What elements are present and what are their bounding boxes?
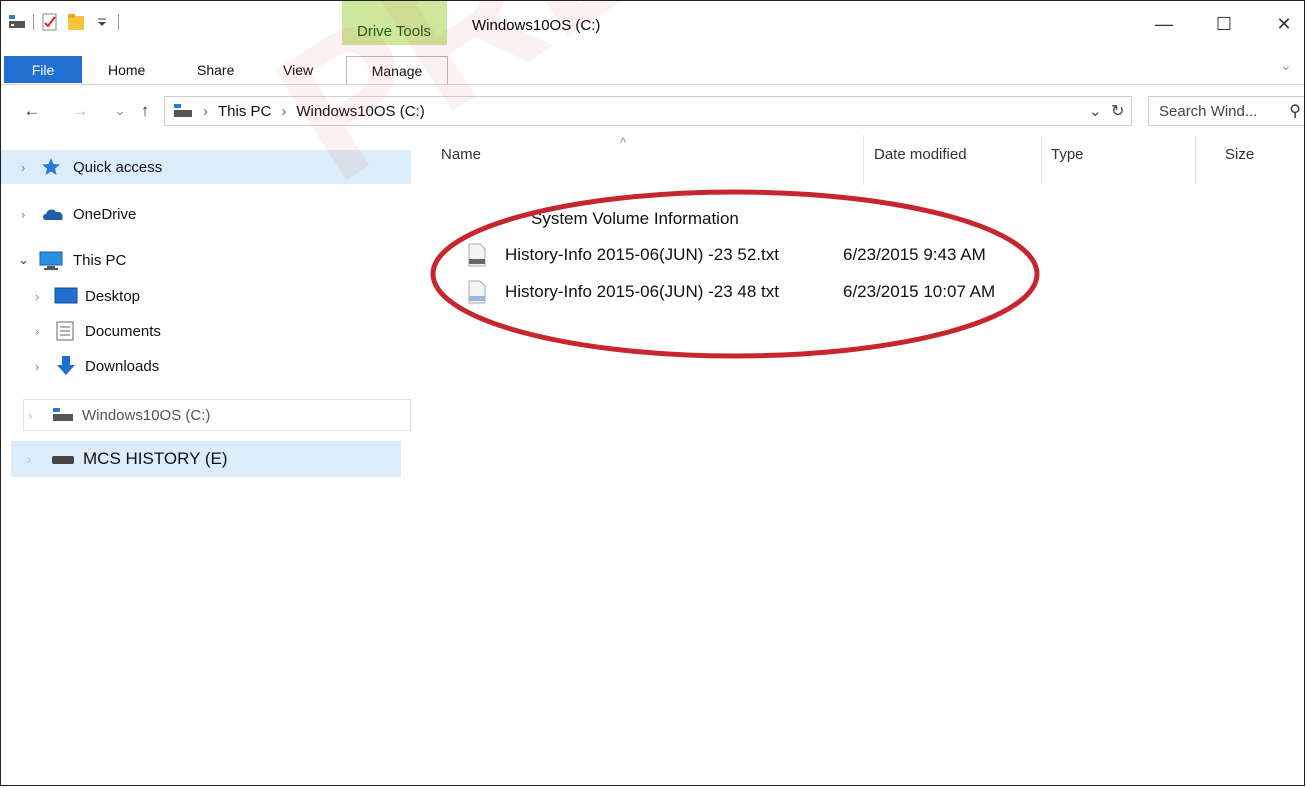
maximize-button[interactable]: ☐ [1204, 9, 1244, 39]
breadcrumb-separator: › [203, 102, 208, 120]
tab-file[interactable]: File [4, 56, 82, 83]
ribbon-tabs: File Home Share View Manage ⌄ [1, 56, 1304, 84]
search-placeholder: Search Wind... [1159, 102, 1258, 120]
forward-button[interactable]: → [69, 97, 91, 125]
up-button[interactable]: ↑ [134, 97, 156, 125]
new-folder-icon[interactable] [66, 12, 86, 32]
usb-drive-icon [51, 453, 75, 470]
download-arrow-icon [55, 355, 77, 381]
breadcrumb-separator: › [281, 102, 287, 120]
column-type[interactable]: Type [1051, 146, 1084, 163]
sidebar-item-label: OneDrive [73, 205, 137, 223]
close-icon: ✕ [1276, 13, 1292, 34]
sort-ascending-icon: ^ [620, 135, 627, 150]
minimize-icon: — [1155, 13, 1173, 34]
desktop-icon [54, 287, 78, 309]
back-button[interactable]: ← [21, 97, 43, 125]
drive-icon [173, 103, 193, 119]
quick-access-toolbar [7, 7, 119, 37]
annotation-ellipse [430, 189, 1040, 359]
star-icon [41, 157, 61, 181]
drive-tools-context-tab[interactable]: Drive Tools [342, 1, 447, 45]
sidebar-item-label: Downloads [85, 357, 160, 375]
sidebar-item-label: This PC [73, 251, 127, 269]
close-button[interactable]: ✕ [1264, 9, 1304, 39]
chevron-right-icon: › [35, 288, 40, 304]
cloud-icon [41, 206, 65, 226]
chevron-right-icon: › [21, 159, 26, 175]
navigation-bar: ← → ⌄ ↑ › This PC › Windows10OS (C:) ⌄ ↻… [1, 93, 1304, 131]
tab-share[interactable]: Share [197, 56, 234, 83]
column-name[interactable]: Name [441, 146, 481, 163]
address-dropdown-icon[interactable]: ⌄ [1089, 102, 1102, 120]
properties-icon[interactable] [40, 12, 60, 32]
address-bar[interactable]: › This PC › Windows10OS (C:) ⌄ ↻ [164, 96, 1132, 126]
chevron-right-icon: › [35, 323, 40, 339]
computer-icon [39, 251, 63, 275]
forward-arrow-icon: → [71, 101, 89, 120]
window-title: Windows10OS (C:) [472, 17, 601, 34]
sidebar-item-label: Documents [85, 322, 161, 340]
sidebar-item-quick-access[interactable]: › Quick access [1, 150, 411, 184]
chevron-right-icon: › [28, 407, 33, 423]
sidebar-item-windows-drive[interactable]: › Windows10OS (C:) [23, 399, 411, 431]
tab-view[interactable]: View [283, 56, 313, 83]
chevron-down-icon: ⌄ [18, 252, 29, 267]
column-divider[interactable] [863, 135, 864, 185]
drive-icon [52, 408, 74, 426]
tab-home[interactable]: Home [108, 56, 145, 83]
customize-qat-icon[interactable] [92, 12, 112, 32]
drive-tools-label: Drive Tools [357, 23, 431, 40]
qat-separator [33, 14, 34, 30]
sidebar-item-label: Windows10OS (C:) [82, 406, 211, 424]
minimize-button[interactable]: — [1144, 9, 1184, 39]
back-arrow-icon: ← [23, 101, 41, 120]
breadcrumb-this-pc[interactable]: This PC [218, 103, 271, 120]
document-icon [56, 321, 74, 345]
column-divider[interactable] [1041, 135, 1042, 185]
up-arrow-icon: ↑ [140, 101, 150, 120]
search-input[interactable]: Search Wind... ⚲ [1148, 96, 1304, 126]
chevron-right-icon: › [35, 358, 40, 374]
column-size[interactable]: Size [1225, 146, 1254, 163]
chevron-down-icon: ⌄ [114, 103, 126, 118]
column-divider[interactable] [1195, 135, 1196, 185]
expand-ribbon-button[interactable]: ⌄ [1266, 50, 1304, 80]
sidebar-item-label: MCS HISTORY (E) [83, 449, 228, 468]
explorer-window: Drive Tools Windows10OS (C:) — ☐ ✕ File … [0, 0, 1305, 786]
chevron-down-icon: ⌄ [1280, 56, 1292, 73]
qat-separator [118, 14, 119, 30]
title-bar: Drive Tools Windows10OS (C:) — ☐ ✕ [1, 1, 1304, 45]
recent-locations-button[interactable]: ⌄ [109, 97, 131, 125]
chevron-right-icon: › [21, 206, 26, 222]
sidebar-item-label: Desktop [85, 287, 141, 305]
chevron-right-icon: › [27, 451, 32, 467]
search-icon[interactable]: ⚲ [1289, 101, 1301, 121]
ribbon-divider [1, 84, 1304, 85]
sidebar-item-label: Quick access [73, 158, 163, 176]
maximize-icon: ☐ [1215, 13, 1233, 34]
column-date-modified[interactable]: Date modified [874, 146, 967, 163]
tab-manage[interactable]: Manage [346, 56, 448, 84]
refresh-icon[interactable]: ↻ [1111, 101, 1124, 121]
sidebar-item-mcs-history[interactable]: › MCS HISTORY (E) [11, 441, 401, 477]
drive-icon[interactable] [7, 12, 27, 32]
breadcrumb-windows-drive[interactable]: Windows10OS (C:) [296, 103, 424, 120]
